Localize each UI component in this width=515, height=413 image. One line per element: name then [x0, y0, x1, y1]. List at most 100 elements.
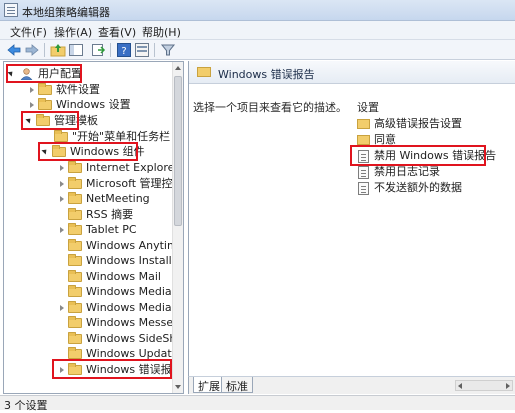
setting-label: 禁用日志记录: [374, 165, 440, 178]
tab-standard[interactable]: 标准: [221, 377, 253, 393]
tree-node-start-menu[interactable]: "开始"菜单和任务栏: [4, 129, 174, 145]
description-text: 选择一个项目来查看它的描述。: [193, 101, 347, 114]
status-text: 3 个设置: [4, 399, 48, 412]
tree-label: 用户配置: [38, 67, 82, 80]
folder-icon: [38, 98, 52, 110]
expanded-arrow-icon[interactable]: [41, 147, 49, 155]
filter-icon[interactable]: [160, 42, 176, 58]
tree-node-tablet-pc[interactable]: Tablet PC: [4, 222, 174, 238]
folder-icon: [357, 135, 370, 145]
tree-node-windows-settings[interactable]: Windows 设置: [4, 97, 174, 113]
up-folder-icon[interactable]: [50, 42, 66, 58]
folder-icon: [38, 83, 52, 95]
collapsed-arrow-icon[interactable]: [60, 227, 64, 233]
tree-vertical-scrollbar[interactable]: [172, 62, 183, 393]
collapsed-arrow-icon[interactable]: [60, 305, 64, 311]
tree-node-windows-mail[interactable]: Windows Mail: [4, 269, 174, 285]
tree-node-admin-templates[interactable]: 管理模板: [4, 113, 174, 129]
tree-label: Windows SideShow: [86, 332, 184, 345]
expanded-arrow-icon[interactable]: [25, 116, 33, 124]
show-hide-tree-icon[interactable]: [68, 42, 84, 58]
tree-label: Internet Explorer: [86, 161, 179, 174]
expanded-arrow-icon[interactable]: [7, 69, 15, 77]
tree-label: 软件设置: [56, 83, 100, 96]
toolbar: ?: [0, 40, 515, 60]
setting-label: 同意: [374, 133, 396, 146]
details-pane: Windows 错误报告 选择一个项目来查看它的描述。 设置 高级错误报告设置 …: [188, 61, 515, 376]
settings-column-header[interactable]: 设置: [357, 99, 379, 115]
menu-action[interactable]: 操作(A): [54, 24, 92, 40]
tree-node-windows-messenger[interactable]: Windows Messeng: [4, 315, 183, 331]
back-icon[interactable]: [6, 42, 22, 58]
tree-node-windows-sideshow[interactable]: Windows SideShow: [4, 331, 183, 347]
forward-icon[interactable]: [24, 42, 40, 58]
policy-setting-icon: [358, 182, 369, 195]
folder-icon: [68, 363, 82, 375]
tree-label: Windows 设置: [56, 98, 131, 111]
horizontal-scrollbar[interactable]: [455, 380, 513, 391]
tree-node-internet-explorer[interactable]: Internet Explorer: [4, 160, 179, 176]
tree-label: NetMeeting: [86, 192, 150, 205]
tree-node-windows-installer[interactable]: Windows Installer: [4, 253, 183, 269]
folder-icon: [68, 285, 82, 297]
tree-node-netmeeting[interactable]: NetMeeting: [4, 191, 174, 207]
tree-label: RSS 摘要: [86, 208, 134, 221]
tree-label: 管理模板: [54, 114, 98, 127]
tree-pane[interactable]: 用户配置 软件设置 Windows 设置 管理模板 "开始"菜单和任务栏 Win…: [3, 61, 184, 394]
folder-icon: [68, 177, 82, 189]
help-icon[interactable]: ?: [116, 42, 132, 58]
scroll-right-icon[interactable]: [506, 383, 510, 389]
tree-node-rss[interactable]: RSS 摘要: [4, 207, 174, 223]
folder-icon: [68, 223, 82, 235]
collapsed-arrow-icon[interactable]: [60, 181, 64, 187]
folder-icon: [36, 114, 50, 126]
tree-label: Microsoft 管理控制: [86, 177, 184, 190]
folder-icon: [197, 67, 211, 77]
tree-node-windows-update[interactable]: Windows Update: [4, 346, 178, 362]
properties-icon[interactable]: [134, 42, 150, 58]
scroll-left-icon[interactable]: [458, 383, 462, 389]
collapsed-arrow-icon[interactable]: [60, 367, 64, 373]
svg-text:?: ?: [121, 46, 126, 57]
tree-label: Windows Update: [86, 347, 179, 360]
tree-label: "开始"菜单和任务栏: [72, 130, 171, 143]
tree-node-software-settings[interactable]: 软件设置: [4, 82, 174, 98]
scroll-down-icon[interactable]: [175, 385, 181, 389]
tree-node-windows-media-player[interactable]: Windows Media Pla: [4, 300, 183, 316]
setting-label: 禁用 Windows 错误报告: [374, 149, 497, 162]
tree-node-windows-media-center[interactable]: Windows Media Ce: [4, 284, 183, 300]
tree-node-windows-components[interactable]: Windows 组件: [4, 144, 174, 160]
menu-bar: 文件(F) 操作(A) 查看(V) 帮助(H): [0, 21, 515, 40]
tree-label: Windows Mail: [86, 270, 161, 283]
folder-icon: [68, 347, 82, 359]
tree-label: Windows Installer: [86, 254, 184, 267]
collapsed-arrow-icon[interactable]: [30, 102, 34, 108]
collapsed-arrow-icon[interactable]: [60, 196, 64, 202]
app-icon: [4, 3, 18, 17]
policy-setting-icon: [358, 166, 369, 179]
collapsed-arrow-icon[interactable]: [60, 165, 64, 171]
setting-label: 高级错误报告设置: [374, 117, 462, 130]
tree-node-windows-anytime-upgrade[interactable]: Windows Anytime U: [4, 238, 183, 254]
tree-node-user-configuration[interactable]: 用户配置: [4, 66, 174, 82]
toolbar-separator: [44, 43, 45, 57]
toolbar-separator: [110, 43, 111, 57]
export-list-icon[interactable]: [90, 42, 106, 58]
tree-label: Windows Media Ce: [86, 285, 184, 298]
details-header: Windows 错误报告: [189, 61, 515, 84]
tree-label: Tablet PC: [86, 223, 137, 236]
collapsed-arrow-icon[interactable]: [30, 87, 34, 93]
window-title: 本地组策略编辑器: [22, 6, 110, 19]
menu-help[interactable]: 帮助(H): [142, 24, 181, 40]
folder-icon: [357, 119, 370, 129]
folder-icon: [68, 301, 82, 313]
tree-node-windows-error-reporting[interactable]: Windows 错误报告: [4, 362, 183, 378]
scroll-up-icon[interactable]: [175, 66, 181, 70]
folder-icon: [52, 145, 66, 157]
tree-node-mmc[interactable]: Microsoft 管理控制: [4, 176, 183, 192]
menu-view[interactable]: 查看(V): [98, 24, 136, 40]
details-header-title: Windows 错误报告: [218, 68, 315, 81]
scroll-thumb[interactable]: [174, 76, 182, 226]
menu-file[interactable]: 文件(F): [10, 24, 47, 40]
tree-label: Windows Media Pla: [86, 301, 184, 314]
